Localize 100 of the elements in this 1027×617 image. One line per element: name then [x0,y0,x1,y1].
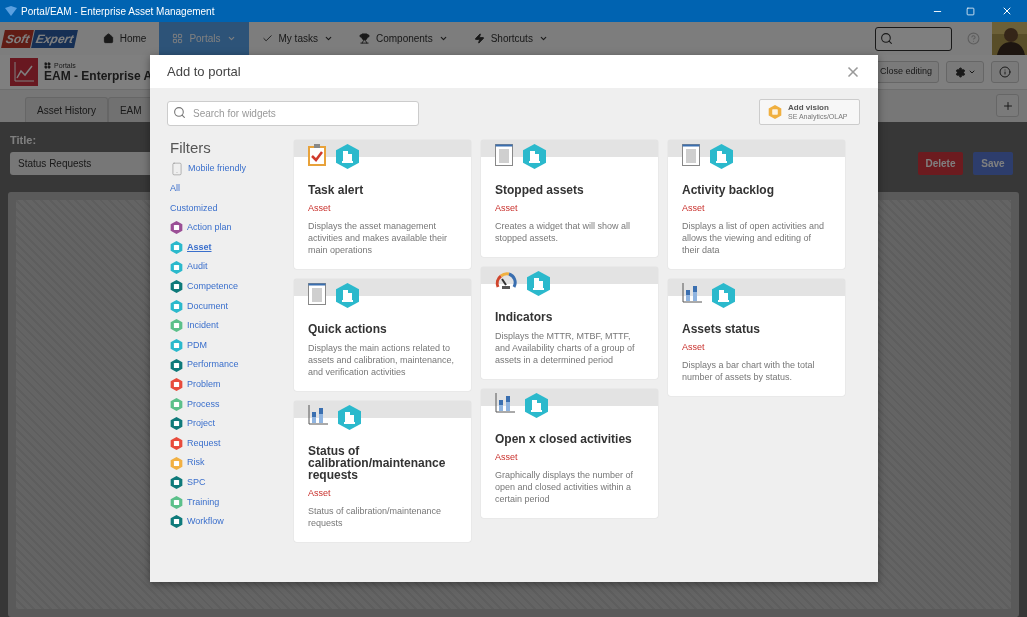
widget-card[interactable]: Indicators Displays the MTTR, MTBF, MTTF, and Availability charts of a group of assets in a determined period [481,267,658,379]
filter-link[interactable]: Incident [187,319,219,333]
filter-link[interactable]: PDM [187,338,207,353]
filter-link[interactable]: All [170,182,180,196]
widget-card[interactable]: Status of calibration/maintenance requests Asset Status of calibration/maintenance requests [294,401,471,542]
filter-link[interactable]: SPC [187,475,206,490]
filter-link[interactable]: Workflow [187,515,224,529]
widget-title: Indicators [495,311,554,323]
widget-description: Graphically displays the number of open and closed activities within a certain period [495,469,635,505]
widget-title: Assets status [682,323,762,335]
filter-link[interactable]: Request [187,436,221,451]
document-icon [308,283,326,305]
window-title: Portal/EAM - Enterprise Asset Management [21,4,215,19]
caret-icon [967,68,976,76]
widget-card[interactable]: Assets status Asset Displays a bar chart with the total number of assets by status. [668,279,845,396]
plus-icon [1001,99,1014,112]
gauge-icon [495,271,517,291]
settings-icon [954,66,966,78]
widget-description: Displays the main actions related to assets and calibration, maintenance, and verification activities [308,342,456,378]
widget-category: Asset [495,452,519,462]
maximize-icon [966,6,975,16]
filter-link[interactable]: Document [187,299,229,314]
widget-card[interactable]: Activity backlog Asset Displays a list of open activities and allows the viewing and editing of their data [668,140,845,269]
filter-link[interactable]: Customized [170,201,218,216]
widget-category: Asset [308,488,332,498]
search-icon [880,32,893,45]
filters-heading: Filters [170,140,212,156]
app-icon [5,6,17,16]
widget-description: Displays the MTTR, MTBF, MTTF, and Availability charts of a group of assets in a determined period [495,330,636,366]
building-icon [336,283,359,308]
avatar[interactable] [992,22,1027,55]
building-icon [523,144,546,169]
widget-description: Displays the asset management activities and makes available their main operations [308,220,449,256]
building-icon [712,283,735,308]
filter-link[interactable]: Training [187,495,220,510]
lightning-icon [473,33,485,44]
building-icon [710,144,733,169]
document-icon [495,144,513,166]
info-button[interactable] [991,61,1019,83]
chart-hexagon-icon [768,105,782,119]
widget-category: Asset [308,203,332,213]
building-icon [527,271,550,296]
bar-chart-icon [495,393,515,413]
close-icon [1001,5,1013,17]
help-icon[interactable] [967,32,980,45]
widget-description: Displays a list of open activities and allows the viewing and editing of their data [682,220,826,256]
logo-text: Expert [31,29,79,48]
grid-icon [44,62,51,69]
add-tab-button[interactable] [996,94,1019,117]
widget-title: Task alert [308,184,365,196]
dialog-title: Add to portal [167,62,241,81]
filter-link[interactable]: Action plan [187,221,232,235]
widget-description: Displays a bar chart with the total number of assets by status. [682,359,816,383]
phone-icon [170,161,184,176]
title-label: Title: [10,133,37,148]
widget-title: Quick actions [308,323,388,335]
save-button[interactable]: Save [973,151,1013,175]
filter-link[interactable]: Process [187,397,220,412]
document-icon [682,144,700,166]
filter-link[interactable]: Project [187,417,215,431]
widget-card[interactable]: Quick actions Displays the main actions related to assets and calibration, maintenance, and verification activities [294,279,471,391]
filter-link[interactable]: Problem [187,378,221,392]
grid-icon [172,33,184,44]
delete-button[interactable]: Delete [918,151,963,175]
widget-description: Status of calibration/maintenance requests [308,505,443,529]
widget-card[interactable]: Task alert Asset Displays the asset management activities and makes available their main operations [294,140,471,269]
tab[interactable]: Asset History [25,97,108,122]
widget-title: Stopped assets [495,184,585,196]
settings-button[interactable] [946,61,984,83]
filter-link[interactable]: Risk [187,456,205,470]
logo-text: Soft [1,29,35,48]
building-icon [336,144,359,169]
widget-title: Open x closed activities [495,433,633,445]
filter-link[interactable]: Audit [187,260,208,274]
widget-description: Creates a widget that will show all stopped assets. [495,220,632,244]
widget-title: Activity backlog [682,184,776,196]
building-icon [525,393,548,418]
widget-category: Asset [495,203,519,213]
widget-category: Asset [682,203,706,213]
clipboard-check-icon [308,144,326,166]
search-field[interactable] [875,26,952,51]
filter-link[interactable]: Performance [187,358,239,372]
info-icon [999,66,1011,78]
chart-icon [10,58,38,86]
widget-title: Status of calibration/maintenance requests [308,445,447,481]
nav-item[interactable]: Shortcuts [460,22,561,55]
filter-link[interactable]: Mobile friendly [188,161,247,176]
widget-category: Asset [682,342,706,352]
search-icon [173,105,186,119]
bar-chart-icon [682,283,702,303]
filter-link[interactable]: Asset [187,240,212,255]
nav-item[interactable]: Components [345,22,461,55]
check-icon [261,33,273,44]
widget-card[interactable]: Open x closed activities Asset Graphically displays the number of open and closed activities within a certain period [481,389,658,518]
trophy-icon [358,33,370,44]
building-icon [338,405,361,430]
home-icon [102,33,114,44]
filter-link[interactable]: Competence [187,280,239,294]
bar-chart-icon [308,405,328,425]
widget-card[interactable]: Stopped assets Asset Creates a widget that will show all stopped assets. [481,140,658,257]
